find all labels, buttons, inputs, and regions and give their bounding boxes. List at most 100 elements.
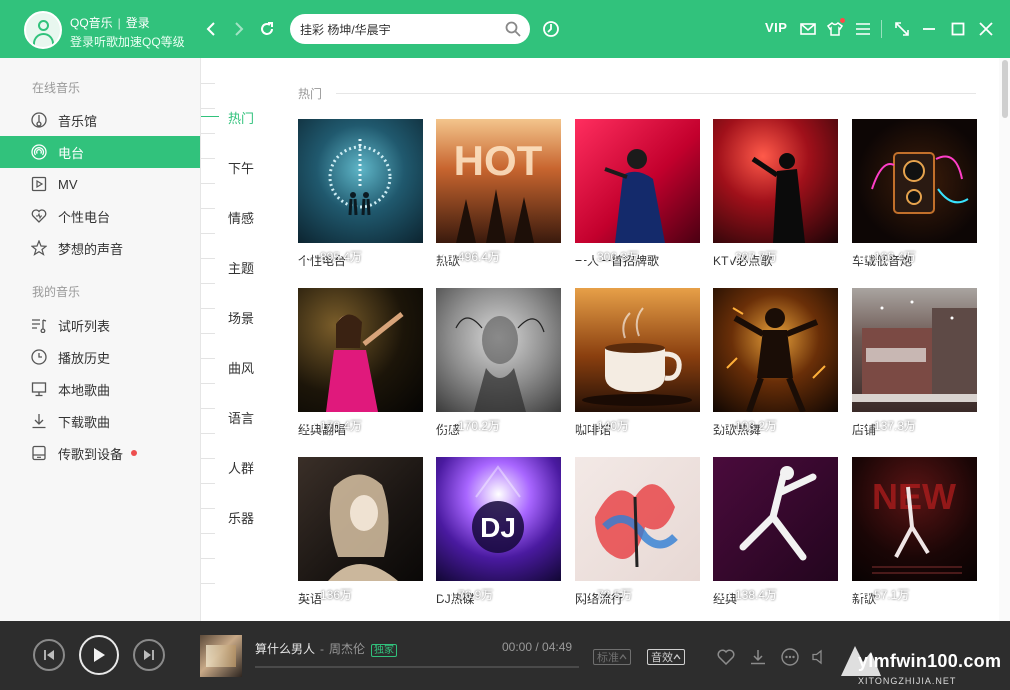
sidebar-item-music-hall[interactable]: 音乐馆 bbox=[0, 104, 200, 136]
radio-tile[interactable]: 136万 英语 bbox=[298, 457, 423, 607]
app-username[interactable]: QQ音乐 bbox=[70, 16, 113, 30]
radio-cover[interactable] bbox=[436, 288, 561, 412]
quality-button[interactable]: 标准 bbox=[593, 649, 631, 665]
sidebar-item-label: 电台 bbox=[58, 145, 85, 161]
radio-cover[interactable] bbox=[713, 288, 838, 412]
category-ruler bbox=[201, 83, 215, 593]
play-count: 136万 bbox=[304, 586, 352, 603]
sidebar-item-personal-radio[interactable]: 个性电台 bbox=[0, 200, 200, 232]
back-arrow-icon[interactable] bbox=[202, 20, 220, 38]
sound-effect-button[interactable]: 音效 bbox=[647, 649, 685, 665]
more-icon[interactable] bbox=[780, 647, 800, 667]
radio-cover[interactable]: NEW bbox=[852, 457, 977, 581]
exclusive-badge: 独家 bbox=[371, 644, 398, 657]
search-input[interactable] bbox=[300, 19, 500, 39]
user-login: QQ音乐 | 登录 bbox=[70, 16, 150, 30]
search-icon[interactable] bbox=[504, 20, 522, 38]
progress-bar[interactable] bbox=[255, 666, 579, 668]
headphone-icon bbox=[304, 420, 316, 431]
radio-tile[interactable]: 138.4万 经典 bbox=[713, 457, 838, 607]
artist-name[interactable]: 周杰伦 bbox=[329, 642, 365, 656]
sidebar-item-device[interactable]: 传歌到设备 bbox=[0, 437, 200, 469]
radio-tile[interactable]: 103.2万 劲歌热舞 bbox=[713, 288, 838, 438]
login-link[interactable]: 登录 bbox=[126, 16, 150, 30]
current-time: 00:00 bbox=[502, 640, 533, 654]
minimize-icon[interactable] bbox=[920, 20, 938, 38]
radio-cover[interactable] bbox=[575, 119, 700, 243]
sidebar-item-download[interactable]: 下载歌曲 bbox=[0, 405, 200, 437]
scrollbar-thumb[interactable] bbox=[1002, 60, 1008, 118]
mv-icon bbox=[30, 175, 48, 193]
radio-tile[interactable]: 207.7万 KTV必点歌 bbox=[713, 119, 838, 269]
play-icon bbox=[94, 648, 105, 662]
volume-icon[interactable] bbox=[810, 647, 830, 667]
refresh-icon[interactable] bbox=[258, 20, 276, 38]
radio-cover[interactable] bbox=[298, 119, 423, 243]
category-genre[interactable]: 曲风 bbox=[228, 358, 254, 377]
category-afternoon[interactable]: 下午 bbox=[228, 158, 254, 177]
sidebar-item-playlist[interactable]: 试听列表 bbox=[0, 309, 200, 341]
sidebar-item-radio[interactable]: 电台 bbox=[0, 136, 200, 168]
radio-cover[interactable] bbox=[713, 457, 838, 581]
category-scene[interactable]: 场景 bbox=[228, 308, 254, 327]
download-icon bbox=[30, 412, 48, 430]
song-title[interactable]: 算什么男人 bbox=[255, 642, 315, 656]
close-icon[interactable] bbox=[977, 20, 995, 38]
download-icon[interactable] bbox=[748, 647, 768, 667]
headphone-icon bbox=[442, 420, 454, 431]
previous-track-button[interactable] bbox=[33, 639, 65, 671]
sidebar-item-label: 音乐馆 bbox=[58, 113, 98, 129]
radio-tile[interactable]: 166.4万 车载低音炮 bbox=[852, 119, 977, 269]
scrollbar[interactable] bbox=[999, 58, 1010, 621]
radio-tile[interactable]: 306.3万 一人一首招牌歌 bbox=[575, 119, 700, 269]
play-count: 76.9万 bbox=[442, 586, 493, 603]
radio-tile[interactable]: 72.5万 网络流行 bbox=[575, 457, 700, 607]
sidebar-item-local[interactable]: 本地歌曲 bbox=[0, 373, 200, 405]
play-count: 140万 bbox=[581, 417, 629, 434]
radio-tile[interactable]: 137.3万 店铺 bbox=[852, 288, 977, 438]
category-language[interactable]: 语言 bbox=[228, 408, 254, 427]
radio-tile[interactable]: 170.2万 伤感 bbox=[436, 288, 561, 438]
play-button[interactable] bbox=[79, 635, 119, 675]
radio-cover[interactable] bbox=[575, 288, 700, 412]
avatar[interactable] bbox=[24, 11, 62, 49]
album-cover[interactable] bbox=[200, 635, 242, 677]
radio-cover[interactable] bbox=[298, 288, 423, 412]
mail-icon[interactable] bbox=[799, 20, 817, 38]
next-track-button[interactable] bbox=[133, 639, 165, 671]
radio-cover[interactable] bbox=[298, 457, 423, 581]
radio-content: 热门 895.4万 个性电台 HOT 496.4万 热歌 306.3万 一人一首… bbox=[271, 58, 999, 621]
radio-tile[interactable]: 140万 咖啡馆 bbox=[575, 288, 700, 438]
radio-cover[interactable] bbox=[575, 457, 700, 581]
radio-tile[interactable]: DJ 76.9万 DJ热碟 bbox=[436, 457, 561, 607]
radio-tile[interactable]: NEW 57.1万 新歌 bbox=[852, 457, 977, 607]
sidebar-item-dream-voice[interactable]: 梦想的声音 bbox=[0, 232, 200, 264]
maximize-icon[interactable] bbox=[949, 20, 967, 38]
category-hot[interactable]: 热门 bbox=[228, 108, 254, 127]
category-theme[interactable]: 主题 bbox=[228, 258, 254, 277]
radio-cover[interactable] bbox=[852, 119, 977, 243]
radio-tile[interactable]: HOT 496.4万 热歌 bbox=[436, 119, 561, 269]
sidebar-item-label: MV bbox=[58, 176, 78, 192]
headphone-icon bbox=[581, 251, 593, 262]
radio-cover[interactable] bbox=[852, 288, 977, 412]
mini-mode-icon[interactable] bbox=[893, 20, 911, 38]
previous-icon bbox=[44, 650, 54, 660]
radio-cover[interactable]: DJ bbox=[436, 457, 561, 581]
listen-recognize-icon[interactable] bbox=[542, 20, 560, 38]
menu-icon[interactable] bbox=[854, 20, 872, 38]
login-subtitle[interactable]: 登录听歌加速QQ等级 bbox=[70, 33, 185, 50]
sidebar-item-mv[interactable]: MV bbox=[0, 168, 200, 200]
vip-button[interactable]: VIP bbox=[765, 20, 787, 35]
svg-text:DJ: DJ bbox=[480, 512, 516, 543]
radio-cover[interactable]: HOT bbox=[436, 119, 561, 243]
radio-cover[interactable] bbox=[713, 119, 838, 243]
heart-icon[interactable] bbox=[716, 647, 736, 667]
category-emotion[interactable]: 情感 bbox=[228, 208, 254, 227]
category-instrument[interactable]: 乐器 bbox=[228, 508, 254, 527]
sidebar-item-history[interactable]: 播放历史 bbox=[0, 341, 200, 373]
category-crowd[interactable]: 人群 bbox=[228, 458, 254, 477]
radio-tile[interactable]: 170.4万 经典翻唱 bbox=[298, 288, 423, 438]
forward-arrow-icon[interactable] bbox=[230, 20, 248, 38]
radio-tile[interactable]: 895.4万 个性电台 bbox=[298, 119, 423, 269]
